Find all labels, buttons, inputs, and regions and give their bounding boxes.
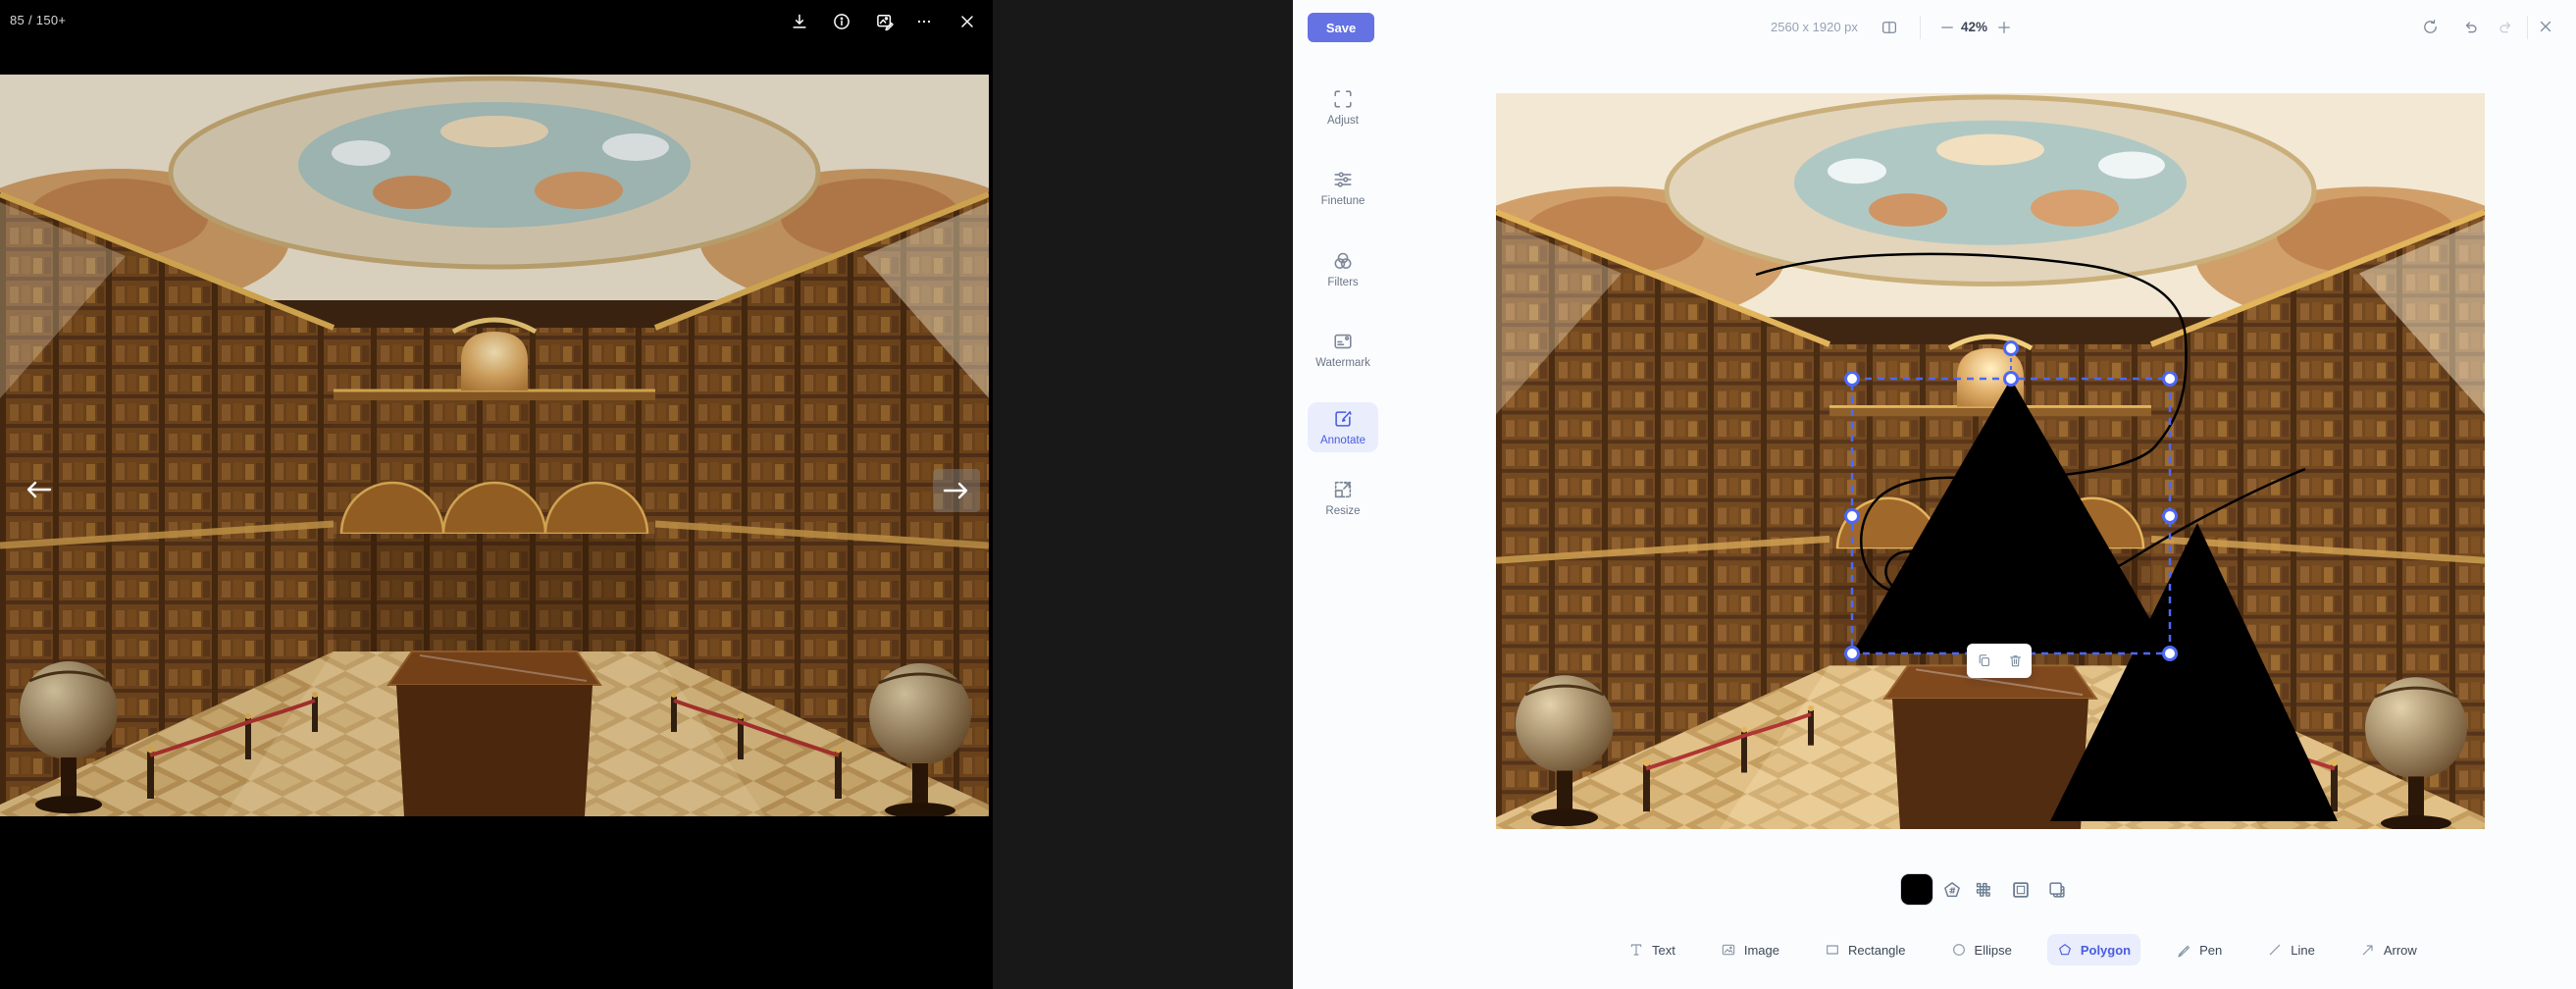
app-root: 85 / 150+ melk-abbey-library.jpg <box>0 0 2576 989</box>
zoom-level: 42% <box>1961 20 1987 34</box>
prev-photo-arrow-icon[interactable] <box>22 475 55 504</box>
divider <box>2527 16 2528 39</box>
tool-rectangle[interactable]: Rectangle <box>1815 934 1916 965</box>
rail-item-resize[interactable]: Resize <box>1308 473 1378 523</box>
zoom-in-icon[interactable] <box>1991 15 2017 40</box>
edit-image-icon[interactable] <box>870 7 900 36</box>
rail-item-finetune[interactable]: Finetune <box>1308 163 1378 213</box>
image-dimensions: 2560 x 1920 px <box>1771 20 1858 34</box>
tool-pen[interactable]: Pen <box>2166 934 2232 965</box>
tool-text[interactable]: Text <box>1619 934 1685 965</box>
pen-icon <box>2176 942 2191 958</box>
tool-line[interactable]: Line <box>2257 934 2325 965</box>
resize-handle-sw[interactable] <box>1846 648 1859 660</box>
photo-counter: 85 / 150+ <box>10 13 66 27</box>
rail-item-filters[interactable]: Filters <box>1308 244 1378 294</box>
ellipse-icon <box>1951 942 1967 958</box>
photo-viewer: 85 / 150+ <box>0 0 993 989</box>
compare-icon[interactable] <box>1877 15 1902 40</box>
revert-icon[interactable] <box>2417 14 2443 39</box>
tool-image[interactable]: Image <box>1711 934 1789 965</box>
resize-handle-e[interactable] <box>2164 510 2177 523</box>
redo-icon[interactable] <box>2493 14 2518 39</box>
image-icon <box>1721 942 1736 958</box>
zoom-out-icon[interactable] <box>1934 15 1960 40</box>
tool-arrow[interactable]: Arrow <box>2350 934 2427 965</box>
rotate-handle[interactable] <box>2005 342 2018 355</box>
stroke-icon[interactable] <box>2008 877 2034 903</box>
next-photo-arrow-icon[interactable] <box>933 469 980 512</box>
resize-handle-ne[interactable] <box>2164 373 2177 386</box>
next-photo-arrow-button[interactable] <box>933 469 980 512</box>
shape-options-icon[interactable] <box>1939 877 1965 903</box>
fill-transparency-icon[interactable] <box>1971 877 1996 903</box>
undo-icon[interactable] <box>2457 14 2483 39</box>
polygon-annotation-selected[interactable] <box>1852 379 2170 653</box>
viewer-photo <box>0 75 989 816</box>
color-swatch-black[interactable] <box>1901 874 1932 905</box>
resize-handle-se[interactable] <box>2164 648 2177 660</box>
tool-ellipse[interactable]: Ellipse <box>1941 934 2022 965</box>
library-photo <box>0 75 989 816</box>
line-icon <box>2267 942 2283 958</box>
arrow-icon <box>2360 942 2376 958</box>
more-icon[interactable] <box>909 7 939 36</box>
info-icon[interactable] <box>827 7 856 36</box>
editor-close-icon[interactable] <box>2533 14 2558 39</box>
save-button[interactable]: Save <box>1308 13 1374 42</box>
shape-mini-toolbar <box>1967 644 2032 678</box>
rail-item-watermark[interactable]: Watermark <box>1308 325 1378 375</box>
download-icon[interactable] <box>785 7 814 36</box>
resize-handle-nw[interactable] <box>1846 373 1859 386</box>
duplicate-shape-icon[interactable] <box>1970 648 1997 675</box>
close-icon[interactable] <box>953 7 982 36</box>
divider <box>1920 16 1921 39</box>
annotate-tools-row: Text Image Rectangle Ellipse Polygon Pen… <box>1619 931 2427 968</box>
resize-handle-n[interactable] <box>2005 373 2018 386</box>
resize-handle-w[interactable] <box>1846 510 1859 523</box>
rectangle-icon <box>1825 942 1840 958</box>
rail-item-annotate[interactable]: Annotate <box>1308 402 1378 452</box>
rail-item-adjust[interactable]: Adjust <box>1308 82 1378 132</box>
editor-canvas[interactable] <box>1496 93 2485 829</box>
details-panel: melk-abbey-library.jpg Details Activity … <box>993 0 1293 989</box>
delete-shape-icon[interactable] <box>2001 648 2029 675</box>
text-icon <box>1628 942 1644 958</box>
polygon-icon <box>2057 942 2073 958</box>
tool-polygon[interactable]: Polygon <box>2047 934 2140 965</box>
shadow-icon[interactable] <box>2044 877 2070 903</box>
annotation-layer[interactable] <box>1496 93 2485 829</box>
